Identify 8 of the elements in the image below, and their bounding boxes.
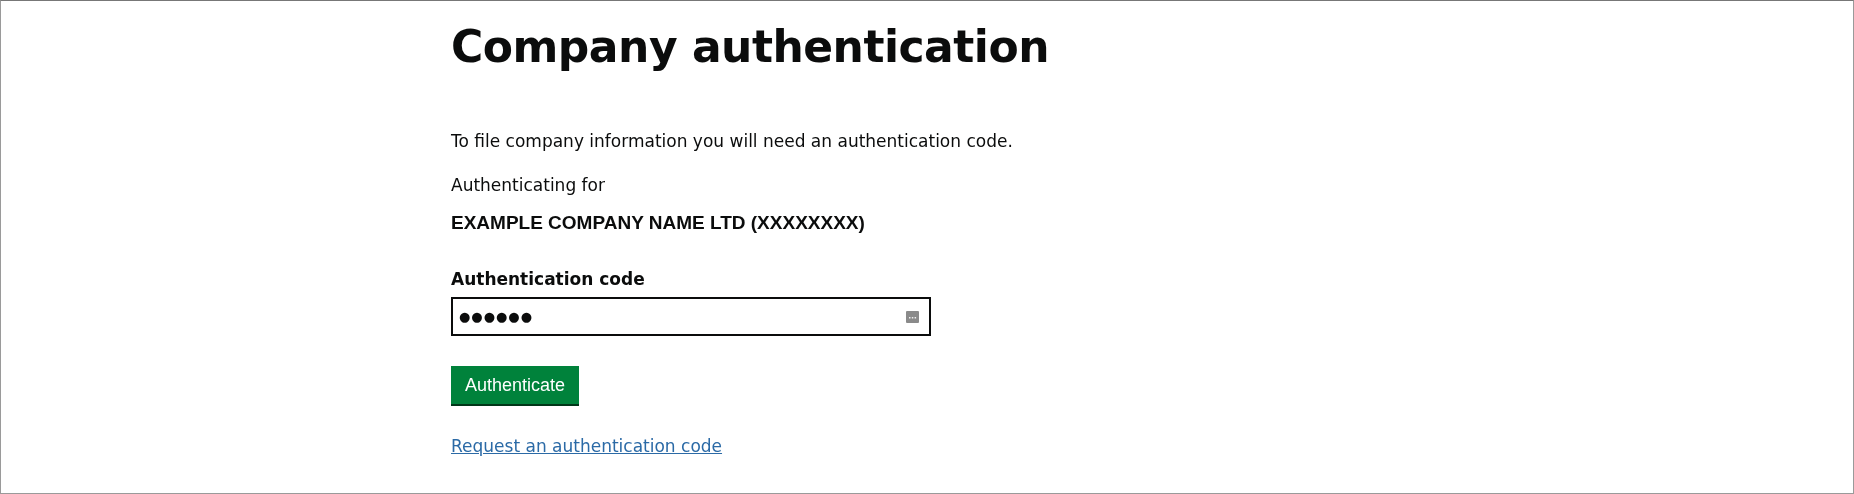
code-input-field[interactable]: ●●●●●●	[451, 297, 931, 336]
company-name: EXAMPLE COMPANY NAME LTD (XXXXXXXX)	[451, 211, 865, 235]
field-label: Authentication code	[451, 268, 645, 291]
request-code-link[interactable]: Request an authentication code	[451, 436, 723, 456]
authenticate-button[interactable]: Authenticate	[451, 366, 580, 406]
intro-text: To file company information you will need an authentication code.	[451, 130, 1013, 153]
authenticating-label: Authenticating for	[451, 174, 605, 197]
page-heading: Company authentication	[451, 20, 1049, 74]
